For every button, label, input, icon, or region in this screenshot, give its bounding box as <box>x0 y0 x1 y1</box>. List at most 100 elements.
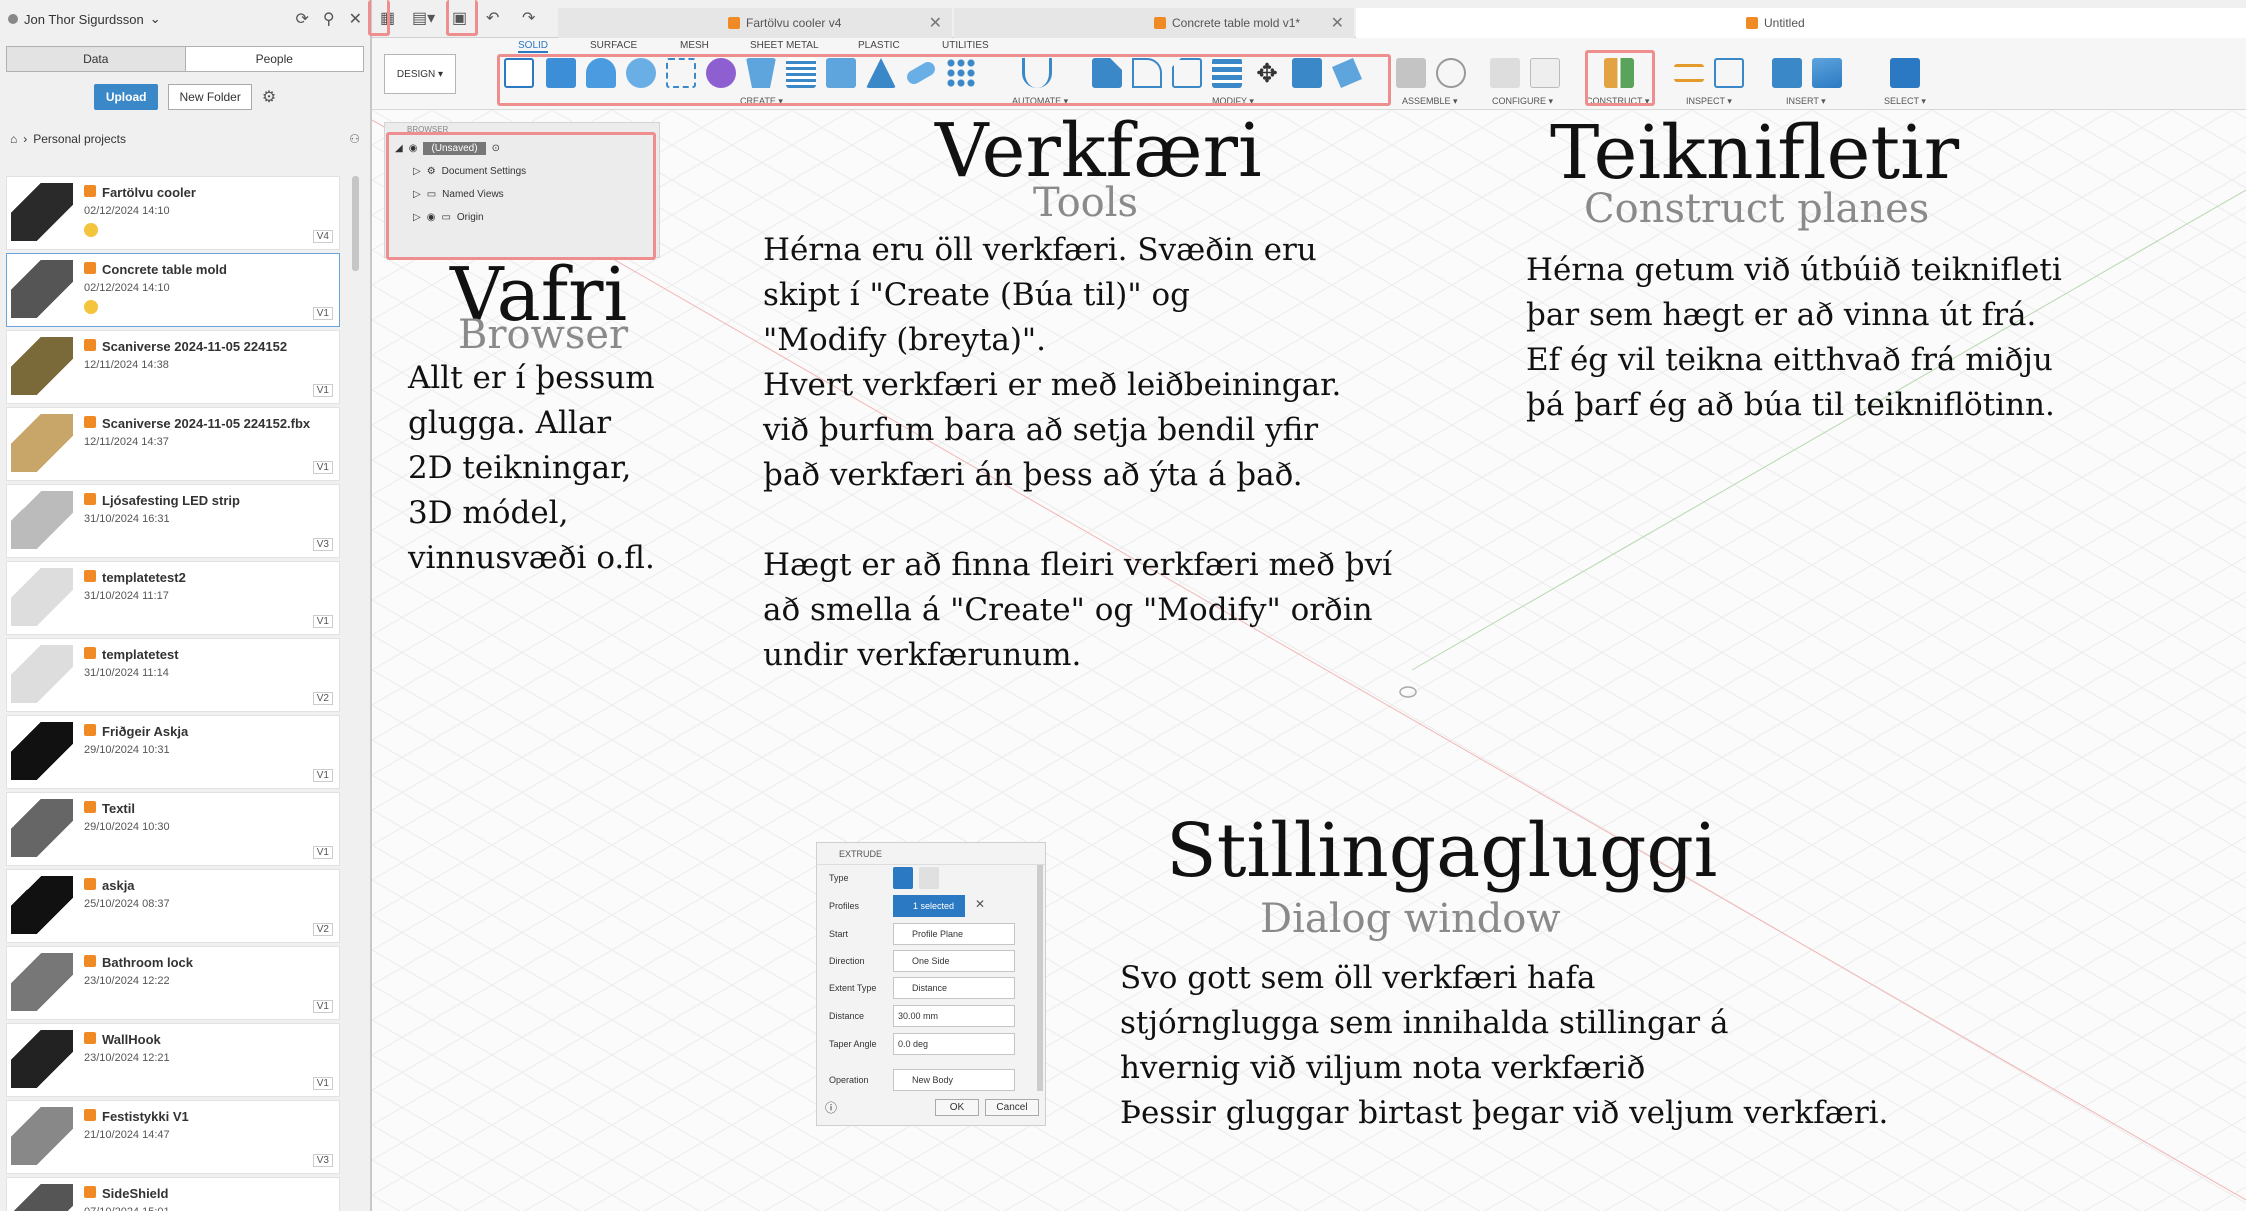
taper-angle-input[interactable]: 0.0 deg <box>893 1033 1015 1055</box>
file-thumbnail <box>11 337 73 395</box>
search-icon[interactable]: ⚲ <box>323 9 335 29</box>
insert-image-icon[interactable] <box>1812 58 1842 88</box>
file-item[interactable]: askja 25/10/2024 08:37 V2 <box>6 869 340 943</box>
version-badge[interactable]: V3 <box>312 1154 333 1167</box>
version-badge[interactable]: V2 <box>312 692 333 705</box>
file-item[interactable]: Ljósafesting LED strip 31/10/2024 16:31 V3 <box>6 484 340 558</box>
file-date: 02/12/2024 14:10 <box>84 205 170 217</box>
close-icon[interactable]: ✕ <box>349 9 362 29</box>
refresh-icon[interactable]: ⟳ <box>295 9 308 29</box>
doc-tab-active[interactable]: Untitled <box>1356 8 2246 38</box>
insert-derive-icon[interactable] <box>1772 58 1802 88</box>
close-tab-icon[interactable]: ✕ <box>929 13 942 33</box>
scrollbar[interactable] <box>352 176 359 271</box>
dialog-scrollbar[interactable] <box>1037 865 1043 1091</box>
section-analysis-icon[interactable] <box>1714 58 1744 88</box>
status-badge <box>84 223 98 237</box>
file-item[interactable]: Bathroom lock 23/10/2024 12:22 V1 <box>6 946 340 1020</box>
configure-table-icon[interactable] <box>1530 58 1560 88</box>
tools-description: Hérna eru öll verkfæri. Svæðin eru skipt… <box>763 232 1393 673</box>
configure-menu[interactable]: CONFIGURE ▾ <box>1492 96 1553 107</box>
design-file-icon <box>84 339 96 351</box>
new-component-icon[interactable] <box>1396 58 1426 88</box>
chevron-down-icon: ⌄ <box>149 11 161 26</box>
file-item[interactable]: Scaniverse 2024-11-05 224152 12/11/2024 1… <box>6 330 340 404</box>
version-badge[interactable]: V1 <box>312 1077 333 1090</box>
file-item[interactable]: templatetest2 31/10/2024 11:17 V1 <box>6 561 340 635</box>
tab-utilities[interactable]: UTILITIES <box>942 40 989 51</box>
file-item[interactable]: Scaniverse 2024-11-05 224152.fbx 12/11/20… <box>6 407 340 481</box>
profiles-selector[interactable]: 1 selected <box>893 895 965 917</box>
highlight-construct <box>1585 50 1655 106</box>
file-name: Scaniverse 2024-11-05 224152 <box>102 339 288 354</box>
tab-plastic[interactable]: PLASTIC <box>858 40 900 51</box>
insert-menu[interactable]: INSERT ▾ <box>1786 96 1826 107</box>
tab-solid[interactable]: SOLID <box>518 40 549 53</box>
version-badge[interactable]: V2 <box>312 923 333 936</box>
breadcrumb-project[interactable]: Personal projects <box>33 132 126 146</box>
gear-icon[interactable]: ⚙ <box>262 87 276 107</box>
tab-mesh[interactable]: MESH <box>680 40 709 51</box>
measure-icon[interactable] <box>1674 64 1704 82</box>
user-menu[interactable]: Jon Thor Sigurdsson ⌄ <box>8 11 161 27</box>
inspect-menu[interactable]: INSPECT ▾ <box>1686 96 1732 107</box>
tab-data[interactable]: Data <box>7 47 186 71</box>
file-item[interactable]: Festistykki V1 21/10/2024 14:47 V3 <box>6 1100 340 1174</box>
redo-icon[interactable]: ↷ <box>522 8 535 28</box>
version-badge[interactable]: V4 <box>312 230 333 243</box>
type-thin-button[interactable] <box>919 867 939 889</box>
close-tab-icon[interactable]: ✕ <box>1331 13 1344 33</box>
doc-tab[interactable]: Fartölvu cooler v4 ✕ <box>558 8 952 38</box>
extent-type-select[interactable]: Distance <box>893 977 1015 999</box>
doc-tab[interactable]: Concrete table mold v1* ✕ <box>954 8 1354 38</box>
assemble-menu[interactable]: ASSEMBLE ▾ <box>1402 96 1458 107</box>
select-menu[interactable]: SELECT ▾ <box>1884 96 1926 107</box>
cancel-button[interactable]: Cancel <box>985 1099 1039 1116</box>
file-item[interactable]: templatetest 31/10/2024 11:14 V2 <box>6 638 340 712</box>
design-workspace-button[interactable]: DESIGN ▾ <box>384 54 456 94</box>
add-people-icon[interactable]: ⚇ <box>349 132 360 146</box>
file-item[interactable]: Concrete table mold 02/12/2024 14:10 V1 <box>6 253 340 327</box>
tab-sheet-metal[interactable]: SHEET METAL <box>750 40 819 51</box>
type-solid-button[interactable] <box>893 867 913 889</box>
configure-icon[interactable] <box>1490 58 1520 88</box>
file-item[interactable]: Friðgeir Askja 29/10/2024 10:31 V1 <box>6 715 340 789</box>
file-thumbnail <box>11 1184 73 1211</box>
highlight-tools <box>497 54 1391 106</box>
select-icon[interactable] <box>1890 58 1920 88</box>
version-badge[interactable]: V1 <box>312 846 333 859</box>
browser-annotation-description: Allt er í þessum glugga. Allar 2D teikni… <box>408 360 655 576</box>
file-item[interactable]: Fartölvu cooler 02/12/2024 14:10 V4 <box>6 176 340 250</box>
file-item[interactable]: WallHook 23/10/2024 12:21 V1 <box>6 1023 340 1097</box>
new-folder-button[interactable]: New Folder <box>168 84 252 110</box>
version-badge[interactable]: V1 <box>312 769 333 782</box>
tools-subtitle: Tools <box>1033 180 1139 226</box>
file-date: 12/11/2024 14:38 <box>84 359 169 371</box>
distance-input[interactable]: 30.00 mm <box>893 1005 1015 1027</box>
direction-select[interactable]: One Side <box>893 950 1015 972</box>
tab-surface[interactable]: SURFACE <box>590 40 637 51</box>
upload-button[interactable]: Upload <box>93 84 159 110</box>
tab-people[interactable]: People <box>186 47 364 71</box>
start-select[interactable]: Profile Plane <box>893 923 1015 945</box>
ok-button[interactable]: OK <box>935 1099 979 1116</box>
operation-select[interactable]: New Body <box>893 1069 1015 1091</box>
file-item[interactable]: SideShield07/10/2024 15:01V1 <box>6 1177 340 1211</box>
file-item[interactable]: Textil 29/10/2024 10:30 V1 <box>6 792 340 866</box>
version-badge[interactable]: V1 <box>312 384 333 397</box>
file-menu-icon[interactable]: ▤▾ <box>412 8 435 28</box>
undo-icon[interactable]: ↶ <box>486 8 499 28</box>
info-icon[interactable]: ⓘ <box>825 1099 837 1116</box>
joint-icon[interactable] <box>1436 58 1466 88</box>
chevron-right-icon: › <box>23 132 28 146</box>
version-badge[interactable]: V1 <box>312 307 333 320</box>
version-badge[interactable]: V1 <box>312 615 333 628</box>
clear-selection-icon[interactable]: ✕ <box>975 897 985 911</box>
version-badge[interactable]: V3 <box>312 538 333 551</box>
taper-angle-label: Taper Angle <box>829 1039 877 1049</box>
file-date: 31/10/2024 11:17 <box>84 590 169 602</box>
fusion-screen: Jon Thor Sigurdsson ⌄ ⟳ ⚲ ✕ Data People … <box>0 0 2246 1211</box>
home-icon[interactable]: ⌂ <box>10 132 17 146</box>
version-badge[interactable]: V1 <box>312 461 333 474</box>
version-badge[interactable]: V1 <box>312 1000 333 1013</box>
